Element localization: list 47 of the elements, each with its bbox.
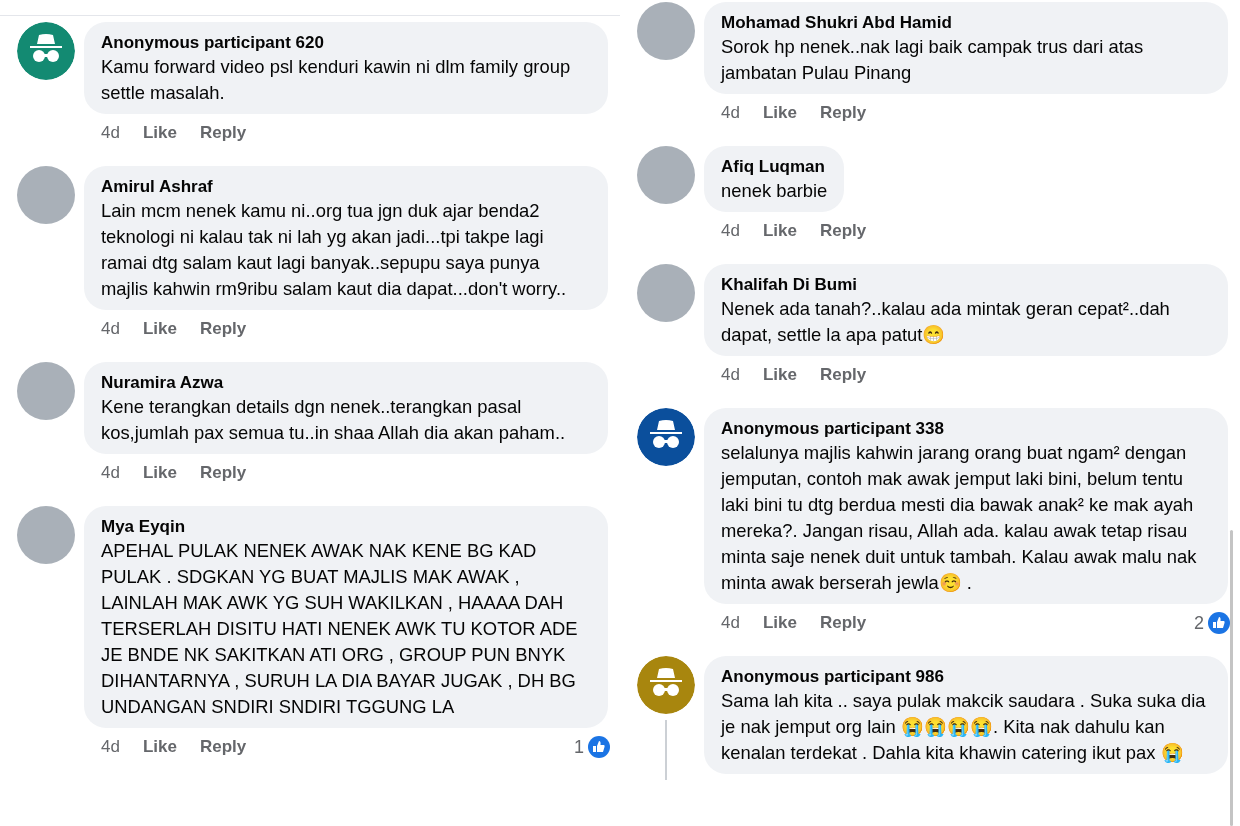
- comment-time: 4d: [721, 221, 740, 241]
- author-name: Afiq Luqman: [721, 156, 826, 178]
- author-name: Amirul Ashraf: [101, 176, 214, 198]
- scrollbar[interactable]: [1230, 530, 1233, 826]
- reply-button[interactable]: Reply: [819, 365, 867, 385]
- like-reaction-icon: [588, 736, 610, 758]
- like-button[interactable]: Like: [142, 737, 177, 757]
- reply-button[interactable]: Reply: [199, 463, 247, 483]
- reaction-count: 2: [1194, 612, 1204, 634]
- comment-time: 4d: [101, 737, 120, 757]
- author-name: Khalifah Di Bumi: [721, 274, 858, 296]
- like-button[interactable]: Like: [142, 463, 177, 483]
- comment-text: Sorok hp nenek..nak lagi baik campak trus dari atas jambatan Pulau Pinang: [721, 35, 1145, 85]
- comment-text: APEHAL PULAK NENEK AWAK NAK KENE BG KAD PULAK . SDGKAN YG BUAT MAJLIS MAK AWAK , LAINLAH MAK AWK YG SUH WAKILKAN , HAAAA DAH TERSERLAH DISITU HATI NENEK AWK TU KOTOR ADE JE BNDE NK SAKITKAN ATI ORG , GROUP PUN BNYK DIHANTARNYA , SURUH LA DIA BAYAR JUGAK , DH BG UNDANGAN SNDIRI SNDIRI TGGUNG LA: [101, 539, 579, 719]
- author-name: Anonymous participant 338: [721, 418, 945, 440]
- comment-text: Sama lah kita .. saya pulak makcik saudara . Suka suka dia je nak jemput org lain 😭😭😭😭. Kita nak dahulu kan kenalan terdekat . Dahla kita khawin catering ikut pax 😭: [721, 689, 1207, 765]
- reply-button[interactable]: Reply: [819, 221, 867, 241]
- author-name: Anonymous participant 986: [721, 666, 945, 688]
- like-button[interactable]: Like: [762, 221, 797, 241]
- comment-text: nenek barbie: [721, 179, 828, 203]
- comment-text: Lain mcm nenek kamu ni..org tua jgn duk ajar benda2 teknologi ni kalau tak ni lah yg akan jadi...tpi takpe lagi ramai dtg salam kaut lagi banyak..sepupu saya punya majlis kahwin rm9ribu salam kaut dia dapat...don't worry..: [101, 199, 568, 301]
- comment-time: 4d: [101, 463, 120, 483]
- comment-time: 4d: [721, 613, 740, 633]
- comment-text: Kene terangkan details dgn nenek..terangkan pasal kos,jumlah pax semua tu..in shaa Allah dia akan paham..: [101, 395, 567, 445]
- reply-button[interactable]: Reply: [199, 123, 247, 143]
- comment-text: selalunya majlis kahwin jarang orang buat ngam² dengan jemputan, contoh mak awak jemput laki bini, belum tentu laki bini tu dtg berdua mesti dia bawak anak² ke mak ayah mereka?. Jangan risau, Allah ada. kalau awak tetap risau minta saje nenek duit untuk tambah. Kalau awak malu nak minta awak berserah jewla☺ .: [721, 441, 1198, 595]
- comment-time: 4d: [101, 319, 120, 339]
- author-name: Mohamad Shukri Abd Hamid: [721, 12, 953, 34]
- author-name: Mya Eyqin: [101, 516, 187, 538]
- like-button[interactable]: Like: [142, 123, 177, 143]
- author-name: Anonymous participant 620: [101, 32, 325, 54]
- like-button[interactable]: Like: [142, 319, 177, 339]
- comment-time: 4d: [721, 365, 740, 385]
- reply-button[interactable]: Reply: [819, 613, 867, 633]
- comment-text: Nenek ada tanah?..kalau ada mintak geran cepat²..dah dapat, settle la apa patut😁: [721, 297, 1171, 347]
- like-reaction-icon: [1208, 612, 1230, 634]
- comment-time: 4d: [101, 123, 120, 143]
- author-name: Nuramira Azwa: [101, 372, 225, 394]
- comment-time: 4d: [721, 103, 740, 123]
- reply-button[interactable]: Reply: [199, 737, 247, 757]
- like-button[interactable]: Like: [762, 103, 797, 123]
- reply-button[interactable]: Reply: [819, 103, 867, 123]
- reaction-count: 1: [574, 736, 584, 758]
- comment-text: Kamu forward video psl kenduri kawin ni dlm family group settle masalah.: [101, 55, 572, 105]
- reply-button[interactable]: Reply: [199, 319, 247, 339]
- like-button[interactable]: Like: [762, 613, 797, 633]
- like-button[interactable]: Like: [762, 365, 797, 385]
